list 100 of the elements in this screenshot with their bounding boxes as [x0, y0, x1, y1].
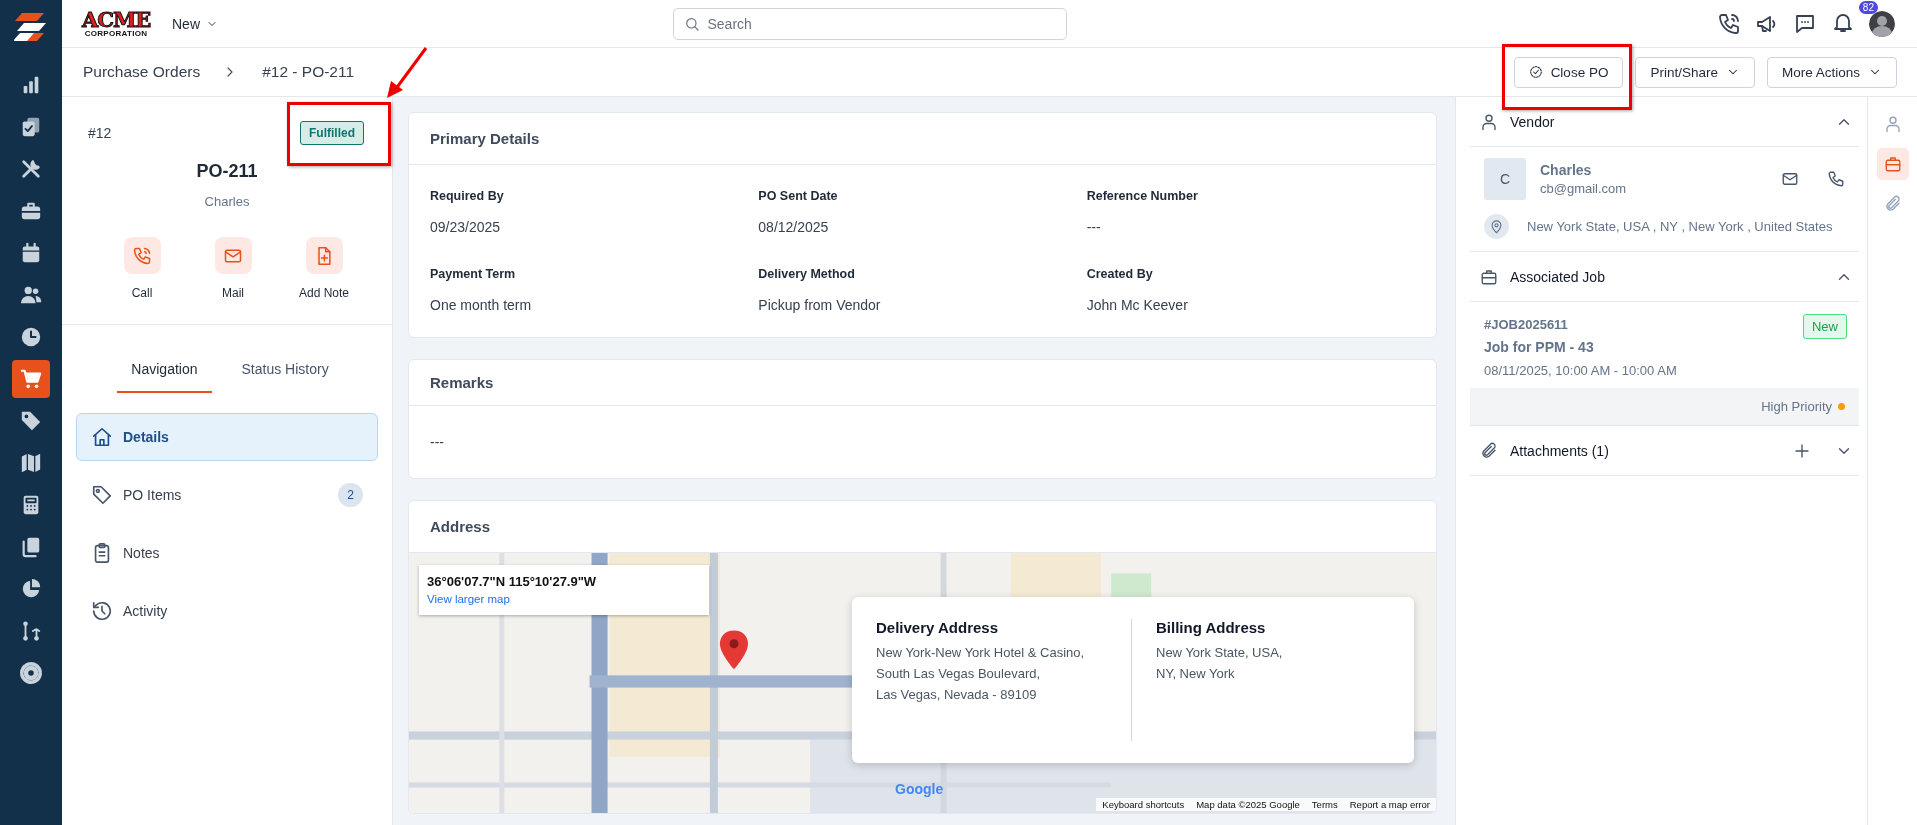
action-label: Call: [131, 286, 153, 300]
briefcase-icon: [1480, 267, 1498, 286]
field-value: ---: [1086, 219, 1102, 235]
vendor-name: Charles: [203, 194, 251, 209]
home-icon: [91, 426, 113, 448]
annotation-arrow: [385, 46, 429, 100]
job-title: Job for PPM - 43: [1484, 339, 1595, 355]
tools-icon: [20, 158, 42, 180]
phone-icon: [132, 245, 152, 266]
address-title: Billing Address: [1156, 619, 1267, 636]
map-icon: [20, 452, 42, 474]
clipboard-check-icon: [20, 116, 42, 138]
action-label: Add Note: [298, 286, 349, 300]
vendor-avatar: C: [1484, 158, 1526, 200]
briefcase-icon: [20, 200, 42, 222]
map-coordinates: 36°06'07.7"N 115°10'27.9"W: [427, 574, 598, 589]
vendor-location: New York State, USA , NY , New York , United States: [1527, 219, 1833, 234]
priority-dot: [1838, 403, 1845, 410]
address-line: Las Vegas, Nevada - 89109: [876, 686, 1038, 704]
remarks-text: ---: [430, 434, 444, 450]
address-title: Delivery Address: [876, 619, 999, 636]
nav-item[interactable]: Activity: [76, 587, 378, 635]
calendar-icon: [20, 242, 42, 264]
breadcrumb-link[interactable]: Purchase Orders: [83, 63, 201, 81]
pie-chart-icon: [20, 578, 42, 600]
side-tab[interactable]: [1876, 148, 1909, 180]
app-logo-icon: [14, 10, 48, 44]
nav-item[interactable]: PO Items 2: [76, 471, 378, 519]
paperclip-icon: [1883, 195, 1902, 213]
field-value: One month term: [430, 297, 533, 313]
new-menu-button[interactable]: New: [168, 11, 222, 36]
count-badge: 2: [338, 483, 363, 507]
nav-item[interactable]: Notes: [76, 529, 378, 577]
check-circle-icon: [1528, 65, 1543, 79]
field-label: Payment Term: [430, 267, 517, 281]
clock-icon: [20, 326, 42, 348]
address-line: New York State, USA,: [1156, 644, 1283, 662]
address-line: South Las Vegas Boulevard,: [876, 665, 1042, 683]
field-label: Required By: [430, 189, 505, 203]
card-title: Remarks: [430, 374, 494, 391]
mail-icon[interactable]: [1781, 170, 1799, 188]
avatar-icon[interactable]: [1869, 10, 1895, 37]
cart-icon: [20, 368, 42, 390]
logo-wordmark[interactable]: ACME: [81, 9, 151, 30]
nav-item[interactable]: Details: [76, 413, 378, 461]
search-field[interactable]: Search: [672, 7, 1067, 40]
phone-icon[interactable]: [1827, 170, 1845, 188]
field-value: Pickup from Vendor: [758, 297, 882, 313]
person-icon: [1883, 115, 1902, 133]
status-badge: Fulfilled: [300, 121, 364, 145]
tag-icon: [20, 410, 42, 432]
map-attribution-link[interactable]: Terms: [1311, 799, 1338, 810]
phone-button[interactable]: [123, 237, 161, 274]
section-title: Attachments (1): [1510, 442, 1610, 459]
map-logo: Google: [895, 781, 944, 797]
vendor-name: Charles: [1540, 162, 1593, 178]
close-po-button[interactable]: Close PO: [1513, 56, 1624, 88]
priority-label: High Priority: [1761, 399, 1832, 414]
field-label: Created By: [1086, 267, 1154, 281]
view-larger-map-link[interactable]: View larger map: [427, 593, 510, 605]
documents-icon: [20, 536, 42, 558]
print-share-button[interactable]: Print/Share: [1635, 56, 1755, 88]
note-plus-button[interactable]: [305, 237, 343, 274]
briefcase-icon: [1883, 155, 1902, 173]
field-value: 08/12/2025: [758, 219, 830, 235]
card-title: Address: [430, 518, 491, 535]
more-actions-button[interactable]: More Actions: [1766, 56, 1897, 88]
po-number: #12: [88, 125, 112, 141]
vendor-email: cb@gmail.com: [1540, 181, 1628, 196]
mail-button[interactable]: [214, 237, 252, 274]
field-label: Delivery Method: [758, 267, 856, 281]
tab[interactable]: Navigation: [117, 361, 212, 393]
phone-icon[interactable]: [1717, 11, 1741, 36]
person-icon: [1480, 112, 1498, 131]
search-icon: [683, 15, 700, 32]
field-value: John Mc Keever: [1086, 297, 1189, 313]
people-icon: [20, 284, 42, 306]
section-title: Associated Job: [1510, 268, 1606, 285]
field-label: PO Sent Date: [758, 189, 839, 203]
tab[interactable]: Status History: [227, 361, 343, 393]
job-id: #JOB2025611: [1484, 317, 1568, 332]
po-title: PO-211: [195, 161, 259, 182]
plus-icon[interactable]: [1793, 441, 1811, 460]
section-title: Vendor: [1510, 113, 1556, 130]
job-schedule: 08/11/2025, 10:00 AM - 10:00 AM: [1484, 363, 1678, 378]
logo-tagline: CORPORATION: [84, 30, 148, 38]
action-label: Mail: [222, 286, 244, 300]
paperclip-icon: [1480, 441, 1498, 460]
notification-badge: 82: [1858, 0, 1878, 14]
map-attribution-link[interactable]: Report a map error: [1349, 799, 1430, 810]
field-label: Reference Number: [1086, 189, 1199, 203]
address-line: NY, New York: [1156, 665, 1236, 683]
map-attribution-link[interactable]: Map data ©2025 Google: [1196, 799, 1300, 810]
card-title: Primary Details: [430, 130, 540, 147]
field-value: 09/23/2025: [430, 219, 502, 235]
map-attribution-link[interactable]: Keyboard shortcuts: [1102, 799, 1185, 810]
pin-icon: [1489, 219, 1504, 234]
tag-icon: [91, 484, 113, 506]
history-icon: [91, 600, 113, 622]
branch-icon: [20, 620, 42, 642]
